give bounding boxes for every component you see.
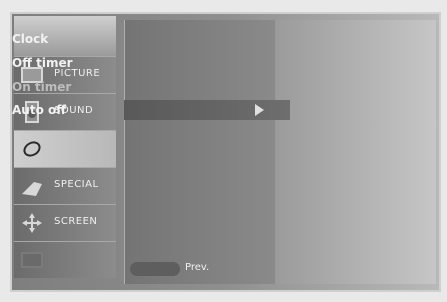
sidebar-item-screen[interactable]: SCREEN — [14, 204, 116, 241]
special-icon — [20, 174, 44, 198]
clock-icon — [20, 137, 44, 161]
sidebar-item-label: SPECIAL — [54, 179, 99, 190]
submenu-arrow-icon — [255, 104, 264, 116]
prev-button[interactable] — [130, 262, 180, 276]
sidebar-item-time[interactable] — [14, 130, 116, 167]
pip-icon — [20, 248, 44, 272]
sidebar-item-pip[interactable] — [14, 241, 116, 278]
sidebar-item-special[interactable]: SPECIAL — [14, 167, 116, 204]
sidebar-item-label: SCREEN — [54, 216, 98, 227]
menu-item-on-timer[interactable]: On timer — [12, 80, 71, 94]
move-icon — [20, 211, 44, 235]
menu-item-auto-off[interactable]: Auto off — [12, 103, 66, 117]
submenu-panel — [124, 20, 275, 284]
menu-item-off-timer[interactable]: Off timer — [12, 56, 73, 70]
content-area — [276, 20, 436, 284]
selection-highlight — [124, 100, 290, 120]
menu-item-clock[interactable]: Clock — [12, 32, 48, 46]
prev-label: Prev. — [185, 262, 210, 273]
